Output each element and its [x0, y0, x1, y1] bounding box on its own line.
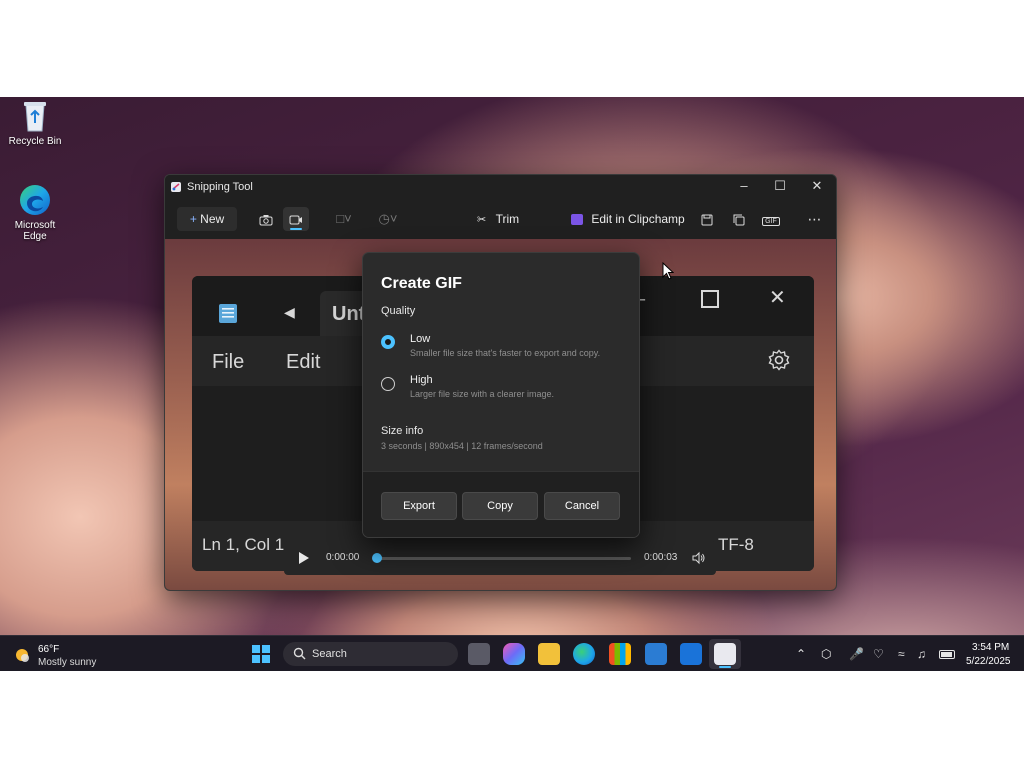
- back-arrow-icon: ◀: [284, 304, 295, 320]
- size-info-detail: 3 seconds | 890x454 | 12 frames/second: [381, 441, 543, 451]
- search-icon: [293, 647, 306, 665]
- notepad-menu-edit: Edit: [286, 351, 321, 373]
- dialog-title: Create GIF: [381, 275, 462, 292]
- store-icon[interactable]: [609, 643, 631, 665]
- desktop-icon-edge[interactable]: Microsoft Edge: [0, 183, 70, 242]
- quality-label: Quality: [381, 305, 416, 317]
- edit-in-clipchamp-button[interactable]: Edit in Clipchamp: [571, 207, 685, 231]
- trim-label: Trim: [495, 212, 520, 226]
- dialog-footer: Export Copy Cancel: [363, 471, 639, 537]
- volume-icon[interactable]: [692, 551, 706, 570]
- notepad-status-position: Ln 1, Col 1: [202, 535, 285, 554]
- current-time: 0:00:00: [326, 552, 360, 563]
- network-device-icon[interactable]: ⬡: [821, 647, 831, 661]
- notepad-settings-icon: [768, 349, 790, 371]
- more-options-icon[interactable]: ⋯: [802, 207, 828, 231]
- clipchamp-icon: [571, 214, 583, 226]
- clock-date[interactable]: 5/22/2025: [966, 656, 1011, 667]
- play-icon[interactable]: [298, 551, 310, 570]
- file-explorer-icon[interactable]: [538, 643, 560, 665]
- clipchamp-label: Edit in Clipchamp: [591, 212, 685, 226]
- microphone-icon[interactable]: 🎤: [849, 647, 864, 661]
- quality-high-radio[interactable]: [381, 377, 395, 391]
- quality-low-radio[interactable]: [381, 335, 395, 349]
- edge-taskbar-icon[interactable]: [573, 643, 595, 665]
- notepad-menu-file: File: [212, 351, 245, 373]
- save-icon[interactable]: [694, 207, 720, 231]
- snip-mode-dropdown-icon[interactable]: □˅: [329, 207, 359, 231]
- quality-high-label[interactable]: High: [410, 374, 433, 386]
- plus-icon: +: [189, 212, 197, 226]
- video-record-icon[interactable]: [283, 207, 309, 231]
- copy-icon[interactable]: [726, 207, 752, 231]
- captured-close-icon: ✕: [769, 287, 786, 309]
- camera-icon[interactable]: [253, 207, 279, 231]
- notification-icon[interactable]: ♡: [873, 647, 884, 661]
- timer-dropdown-icon[interactable]: ◷˅: [373, 207, 403, 231]
- battery-fill: [941, 652, 952, 657]
- cancel-button[interactable]: Cancel: [544, 492, 620, 520]
- maximize-button[interactable]: ☐: [762, 175, 798, 199]
- snipping-tool-taskbar-icon: [714, 643, 736, 665]
- chevron-up-icon[interactable]: ⌃: [796, 647, 806, 661]
- desktop-icon-label: Recycle Bin: [8, 136, 62, 147]
- task-view-icon[interactable]: [468, 643, 490, 665]
- close-button[interactable]: ✕: [799, 175, 835, 199]
- trim-icon: ✂: [477, 214, 487, 226]
- captured-maximize-icon: [701, 290, 719, 308]
- copy-button[interactable]: Copy: [462, 492, 538, 520]
- taskbar: 66°F Mostly sunny Search ⌃ ⬡ 🎤 ♡ ≈ ♫ 3:5…: [0, 635, 1024, 671]
- seek-thumb[interactable]: [372, 553, 382, 563]
- taskbar-search[interactable]: Search: [283, 642, 458, 666]
- video-player-controls: 0:00:00 0:00:03: [284, 541, 716, 575]
- export-button[interactable]: Export: [381, 492, 457, 520]
- total-time: 0:00:03: [644, 552, 678, 563]
- title-bar[interactable]: Snipping Tool – ☐ ✕: [165, 175, 836, 199]
- weather-temp: 66°F: [38, 644, 60, 655]
- weather-desc: Mostly sunny: [38, 657, 97, 668]
- notepad-app-icon: [218, 302, 238, 324]
- sun-icon: [12, 645, 32, 670]
- weather-widget[interactable]: 66°F Mostly sunny: [12, 642, 132, 668]
- toolbar: + New □˅ ◷˅ ✂ Trim Edit in Clipchamp GIF: [165, 199, 836, 239]
- gif-icon-label: GIF: [762, 217, 780, 226]
- create-gif-dialog: Create GIF Quality Low Smaller file size…: [362, 252, 640, 538]
- snipping-tool-taskbar-button[interactable]: [709, 639, 741, 669]
- new-button[interactable]: + New: [177, 207, 237, 231]
- volume-tray-icon[interactable]: ♫: [917, 647, 926, 661]
- active-mode-indicator: [290, 228, 302, 230]
- search-placeholder: Search: [312, 648, 347, 660]
- notepad-tab-label: Unt: [332, 303, 366, 325]
- minimize-button[interactable]: –: [726, 175, 762, 199]
- notepad-status-encoding: TF-8: [718, 535, 754, 554]
- size-info-title: Size info: [381, 425, 424, 437]
- mouse-cursor-icon: [662, 261, 675, 285]
- edge-icon: [18, 183, 52, 217]
- quality-high-description: Larger file size with a clearer image.: [410, 389, 555, 399]
- quality-low-description: Smaller file size that's faster to expor…: [410, 348, 601, 358]
- new-button-label: New: [200, 212, 225, 226]
- quality-low-label[interactable]: Low: [410, 333, 430, 345]
- gif-icon[interactable]: GIF: [758, 207, 784, 231]
- battery-icon[interactable]: [939, 650, 955, 659]
- start-icon[interactable]: [252, 645, 270, 668]
- snipping-tool-app-icon: [170, 180, 182, 192]
- copilot-icon[interactable]: [503, 643, 525, 665]
- window-title: Snipping Tool: [187, 181, 253, 193]
- recycle-bin-icon: [18, 99, 52, 133]
- clock-time[interactable]: 3:54 PM: [972, 642, 1009, 653]
- seek-bar[interactable]: [379, 557, 631, 560]
- photos-icon[interactable]: [645, 643, 667, 665]
- outlook-icon[interactable]: [680, 643, 702, 665]
- desktop-icon-recycle-bin[interactable]: Recycle Bin: [0, 99, 70, 147]
- desktop-icon-label: Microsoft Edge: [14, 220, 56, 242]
- trim-button[interactable]: ✂ Trim: [477, 207, 519, 231]
- active-app-indicator: [719, 666, 731, 668]
- wifi-icon[interactable]: ≈: [898, 647, 905, 661]
